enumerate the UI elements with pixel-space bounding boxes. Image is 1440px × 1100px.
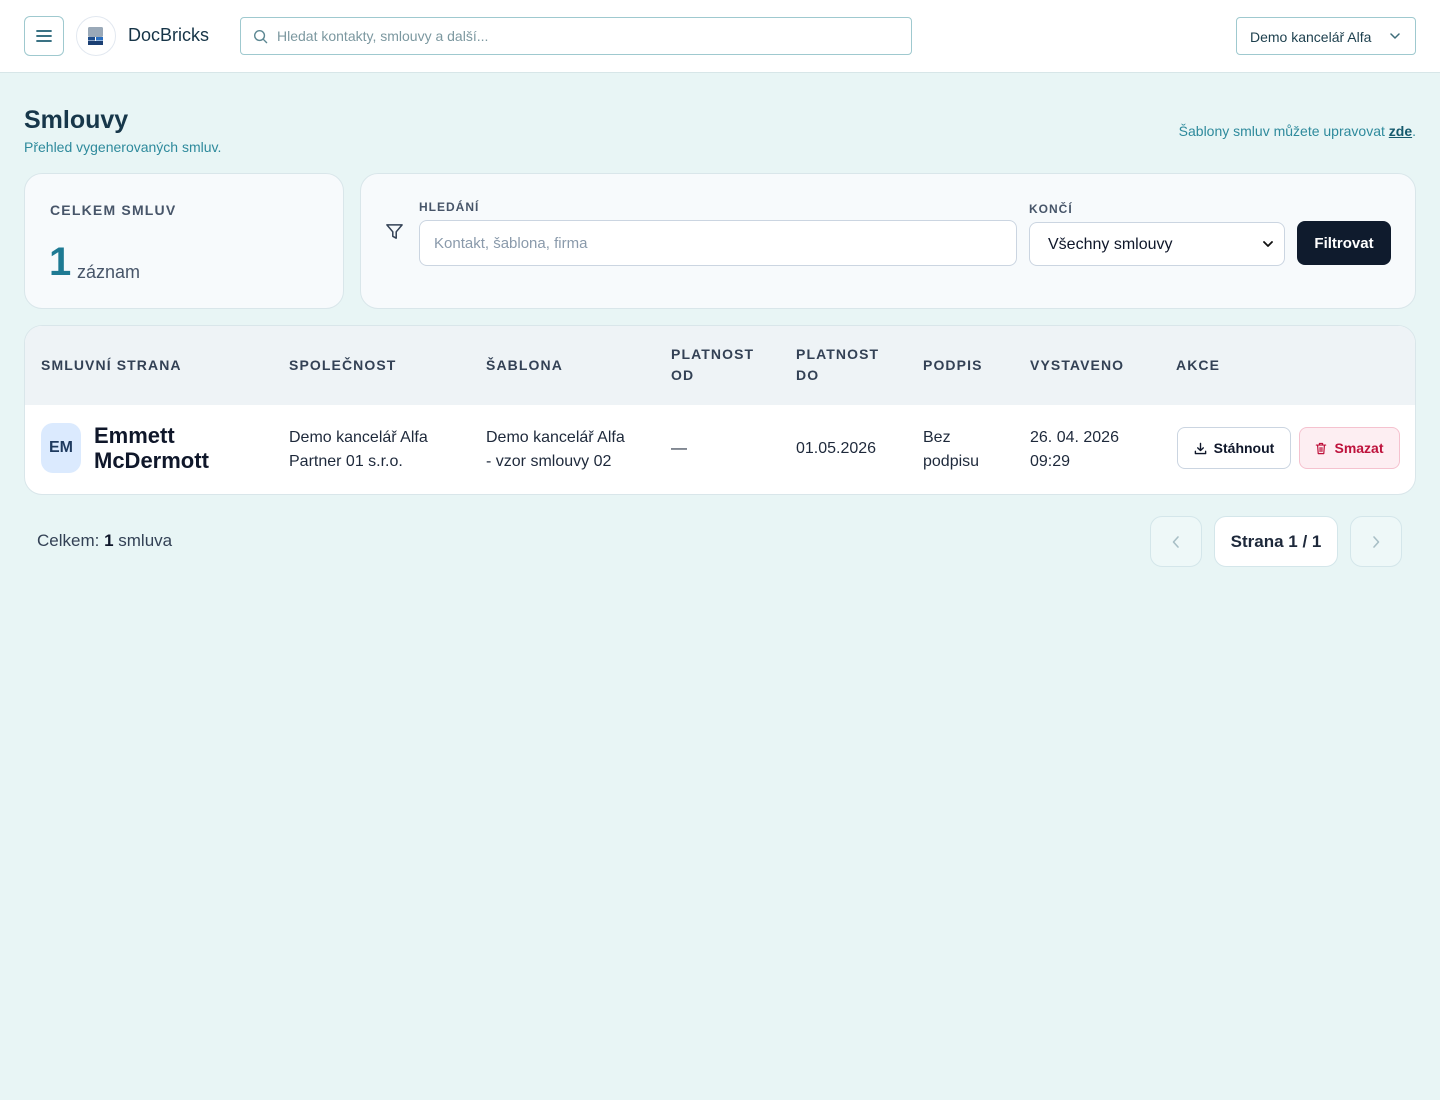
company-cell: Demo kancelář Alfa Partner 01 s.r.o. (289, 426, 428, 474)
top-bar: DocBricks Demo kancelář Alfa (0, 0, 1440, 73)
template-line2: - vzor smlouvy 02 (486, 453, 612, 470)
col-signature: PODPIS (923, 357, 983, 373)
contact-name-line2: McDermott (94, 448, 209, 473)
hamburger-icon (36, 30, 52, 42)
template-cell: Demo kancelář Alfa - vzor smlouvy 02 (486, 426, 625, 474)
contract-search-input[interactable] (419, 220, 1017, 266)
total-count: Celkem: 1 smluva (37, 531, 172, 551)
page-subtitle: Přehled vygenerovaných smluv. (24, 139, 222, 155)
col-actions: AKCE (1176, 357, 1221, 373)
page-title: Smlouvy (24, 106, 129, 134)
company-line1: Demo kancelář Alfa (289, 429, 428, 446)
contact-name[interactable]: Emmett McDermott (94, 423, 244, 473)
stat-label: CELKEM SMLUV (50, 202, 177, 218)
total-prefix: Celkem: (37, 531, 105, 550)
company-line2: Partner 01 s.r.o. (289, 453, 403, 470)
col-valid-to-line1: PLATNOST (796, 346, 880, 362)
total-number: 1 (104, 531, 114, 550)
signature-line2: podpisu (923, 453, 980, 470)
global-search (240, 17, 912, 55)
avatar: EM (41, 423, 81, 473)
valid-from-cell: — (671, 440, 687, 457)
prev-page-button[interactable] (1150, 516, 1202, 567)
logo-icon (88, 27, 103, 45)
stat-count: 1 (49, 240, 72, 284)
next-page-button[interactable] (1350, 516, 1402, 567)
total-suffix: smluva (113, 531, 173, 550)
contracts-count-card: CELKEM SMLUV 1 záznam (24, 173, 344, 309)
signature-cell: Bez podpisu (923, 426, 979, 474)
valid-to-cell: 01.05.2026 (796, 440, 877, 457)
contracts-table: SMLUVNÍ STRANA SPOLEČNOST ŠABLONA PLATNO… (24, 325, 1416, 495)
office-selector-label: Demo kancelář Alfa (1250, 29, 1372, 45)
ends-filter-value: Všechny smlouvy (1048, 236, 1173, 253)
chevron-left-icon (1172, 535, 1179, 548)
issued-date: 26. 04. 2026 (1030, 429, 1119, 446)
template-note-end: . (1412, 123, 1416, 139)
chevron-down-icon (1263, 241, 1273, 247)
filter-button[interactable]: Filtrovat (1297, 221, 1391, 265)
template-note-text: Šablony smluv můžete upravovat (1178, 123, 1389, 139)
chevron-down-icon (1390, 33, 1400, 39)
brand-name[interactable]: DocBricks (128, 25, 209, 46)
col-company: SPOLEČNOST (289, 357, 397, 373)
stat-unit: záznam (77, 262, 141, 282)
col-valid-from-line2: OD (671, 367, 695, 383)
logo[interactable] (76, 16, 116, 56)
signature-line1: Bez (923, 429, 951, 446)
global-search-input[interactable] (277, 18, 897, 54)
col-valid-to: PLATNOST DO (796, 344, 879, 386)
office-selector[interactable]: Demo kancelář Alfa (1236, 17, 1416, 55)
col-issued: VYSTAVENO (1030, 357, 1125, 373)
template-note: Šablony smluv můžete upravovat zde. (1179, 123, 1416, 139)
col-template: ŠABLONA (486, 357, 563, 373)
issued-cell: 26. 04. 2026 09:29 (1030, 426, 1119, 474)
col-valid-from-line1: PLATNOST (671, 346, 755, 362)
download-label: Stáhnout (1213, 440, 1275, 456)
template-line1: Demo kancelář Alfa (486, 429, 625, 446)
chevron-right-icon (1373, 535, 1380, 548)
menu-button[interactable] (24, 16, 64, 56)
trash-icon (1316, 442, 1327, 454)
col-party: SMLUVNÍ STRANA (41, 357, 182, 373)
delete-label: Smazat (1334, 440, 1384, 456)
contact-name-line1: Emmett (94, 423, 175, 448)
ends-filter-select[interactable]: Všechny smlouvy (1029, 222, 1285, 266)
col-valid-to-line2: DO (796, 367, 820, 383)
download-button[interactable]: Stáhnout (1177, 427, 1291, 469)
page-indicator: Strana 1 / 1 (1214, 516, 1338, 567)
col-valid-from: PLATNOST OD (671, 344, 754, 386)
issued-time: 09:29 (1030, 453, 1071, 470)
search-filter-label: HLEDÁNÍ (419, 200, 480, 214)
filter-panel: HLEDÁNÍ KONČÍ Všechny smlouvy Filtrovat (360, 173, 1416, 309)
download-icon (1194, 442, 1206, 454)
filter-icon (386, 224, 403, 239)
table-header: SMLUVNÍ STRANA SPOLEČNOST ŠABLONA PLATNO… (25, 326, 1415, 405)
ends-filter-label: KONČÍ (1029, 202, 1073, 216)
search-icon (253, 29, 268, 44)
delete-button[interactable]: Smazat (1299, 427, 1400, 469)
template-link[interactable]: zde (1389, 123, 1412, 139)
